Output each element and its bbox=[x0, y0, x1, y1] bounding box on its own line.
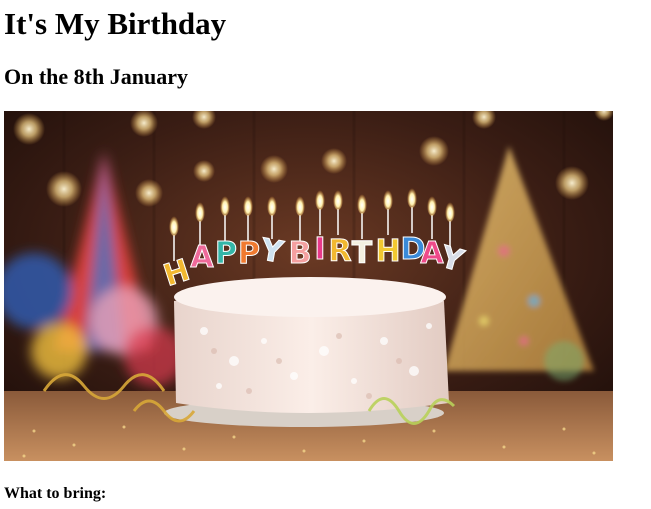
birthday-cake-illustration: H A P P Y B I R T H D A Y bbox=[4, 111, 613, 461]
svg-text:T: T bbox=[352, 236, 373, 271]
svg-text:P: P bbox=[215, 236, 237, 271]
svg-text:H: H bbox=[375, 234, 400, 269]
svg-text:B: B bbox=[289, 236, 312, 271]
what-to-bring-heading: What to bring: bbox=[4, 485, 107, 502]
birthday-cake-image: H A P P Y B I R T H D A Y bbox=[4, 111, 613, 461]
page-subtitle: On the 8th January bbox=[4, 64, 188, 89]
svg-text:A: A bbox=[190, 240, 214, 275]
svg-text:P: P bbox=[238, 236, 260, 271]
svg-text:I: I bbox=[314, 232, 325, 267]
svg-text:R: R bbox=[328, 234, 351, 269]
page-title: It's My Birthday bbox=[4, 6, 227, 41]
